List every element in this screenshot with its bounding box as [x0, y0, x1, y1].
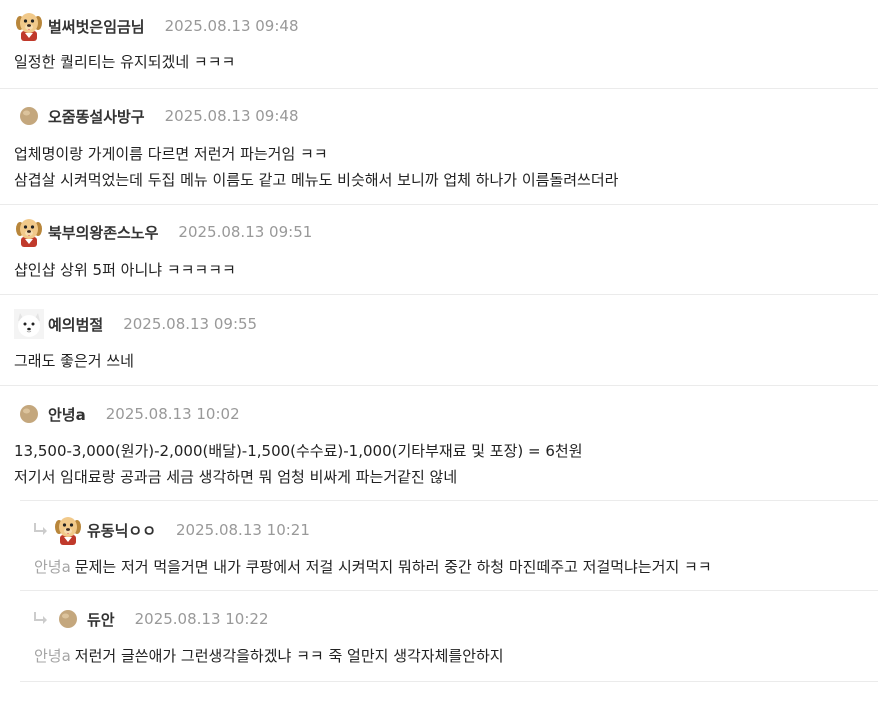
comment-text: 일정한 퀄리티는 유지되겠네 ㅋㅋㅋ [14, 49, 235, 75]
comment-item: 예의범절 2025.08.13 09:55 그래도 좋은거 쓰네 [0, 295, 878, 386]
reply-mention[interactable]: 안녕a [34, 647, 71, 665]
reply-item: 유동닉ㅇㅇ 2025.08.13 10:21 안녕a 문제는 저거 먹을거면 내가… [20, 500, 878, 591]
dog-avatar-icon[interactable] [53, 515, 83, 545]
comment-date: 2025.08.13 09:51 [178, 223, 313, 241]
comment-line: 13,500-3,000(원가)-2,000(배달)-1,500(수수료)-1,… [14, 442, 583, 460]
reply-arrow-icon [32, 522, 50, 538]
comment-header: 오줌똥설사방구 2025.08.13 09:48 [14, 100, 299, 132]
comment-date: 2025.08.13 09:48 [164, 107, 299, 125]
comment-text: 13,500-3,000(원가)-2,000(배달)-1,500(수수료)-1,… [14, 438, 583, 490]
comment-item: 북부의왕존스노우 2025.08.13 09:51 샵인샵 상위 5퍼 아니냐 … [0, 205, 878, 295]
comment-line: 샵인샵 상위 5퍼 아니냐 ㅋㅋㅋㅋㅋ [14, 261, 236, 279]
comment-date: 2025.08.13 09:55 [123, 315, 258, 333]
reply-content: 문제는 저거 먹을거면 내가 쿠팡에서 저걸 시켜먹지 뭐하러 중간 하청 마진… [74, 558, 712, 576]
default-avatar-icon[interactable] [14, 399, 44, 429]
comment-item: 오줌똥설사방구 2025.08.13 09:48 업체명이랑 가게이름 다르면 … [0, 89, 878, 205]
comment-line: 업체명이랑 가게이름 다르면 저런거 파는거임 ㅋㅋ [14, 145, 328, 163]
reply-date: 2025.08.13 10:21 [176, 521, 310, 539]
reply-arrow-icon [32, 611, 50, 627]
comment-item: 안녕a 2025.08.13 10:02 13,500-3,000(원가)-2,… [0, 386, 878, 500]
default-avatar-icon[interactable] [14, 101, 44, 131]
reply-date: 2025.08.13 10:22 [134, 610, 269, 628]
comment-date: 2025.08.13 09:48 [164, 17, 299, 35]
comment-date: 2025.08.13 10:02 [105, 405, 240, 423]
comment-line: 삼겹살 시켜먹었는데 두집 메뉴 이름도 같고 메뉴도 비슷해서 보니까 업체 … [14, 171, 619, 189]
reply-author[interactable]: 유동닉ㅇㅇ [87, 520, 156, 541]
comment-line: 저기서 임대료랑 공과금 세금 생각하면 뭐 엄청 비싸게 파는거같진 않네 [14, 468, 458, 486]
reply-mention[interactable]: 안녕a [34, 558, 71, 576]
comment-header: 예의범절 2025.08.13 09:55 [14, 308, 257, 340]
comment-item: 벌써벗은임금님 2025.08.13 09:48 일정한 퀄리티는 유지되겠네 … [0, 0, 878, 89]
comment-header: 안녕a 2025.08.13 10:02 [14, 398, 240, 430]
comment-author[interactable]: 벌써벗은임금님 [48, 16, 145, 37]
default-avatar-icon[interactable] [53, 604, 83, 634]
reply-author[interactable]: 듀안 [87, 609, 115, 630]
reply-item: 듀안 2025.08.13 10:22 안녕a 저런거 글쓴애가 그런생각을하겠냐… [20, 591, 878, 682]
comment-text: 샵인샵 상위 5퍼 아니냐 ㅋㅋㅋㅋㅋ [14, 257, 236, 283]
comment-text: 그래도 좋은거 쓰네 [14, 348, 134, 374]
comment-author[interactable]: 예의범절 [48, 314, 103, 335]
dog-avatar-icon[interactable] [14, 11, 44, 41]
comment-text: 업체명이랑 가게이름 다르면 저런거 파는거임 ㅋㅋ 삼겹살 시켜먹었는데 두집… [14, 141, 618, 193]
reply-content: 저런거 글쓴애가 그런생각을하겠냐 ㅋㅋ 죽 얼만지 생각자체를안하지 [74, 647, 504, 665]
comment-author[interactable]: 북부의왕존스노우 [48, 222, 158, 243]
reply-text: 안녕a 문제는 저거 먹을거면 내가 쿠팡에서 저걸 시켜먹지 뭐하러 중간 하청… [34, 554, 712, 580]
reply-header: 듀안 2025.08.13 10:22 [32, 603, 269, 635]
white-dog-avatar-icon[interactable] [14, 309, 44, 339]
comment-line: 그래도 좋은거 쓰네 [14, 352, 134, 370]
comment-line: 일정한 퀄리티는 유지되겠네 ㅋㅋㅋ [14, 53, 236, 71]
dog-avatar-icon[interactable] [14, 217, 44, 247]
comment-header: 벌써벗은임금님 2025.08.13 09:48 [14, 10, 299, 42]
reply-header: 유동닉ㅇㅇ 2025.08.13 10:21 [32, 514, 310, 546]
comment-author[interactable]: 안녕a [48, 404, 86, 425]
reply-text: 안녕a 저런거 글쓴애가 그런생각을하겠냐 ㅋㅋ 죽 얼만지 생각자체를안하지 [34, 643, 504, 669]
comment-author[interactable]: 오줌똥설사방구 [48, 106, 145, 127]
comment-header: 북부의왕존스노우 2025.08.13 09:51 [14, 216, 312, 248]
